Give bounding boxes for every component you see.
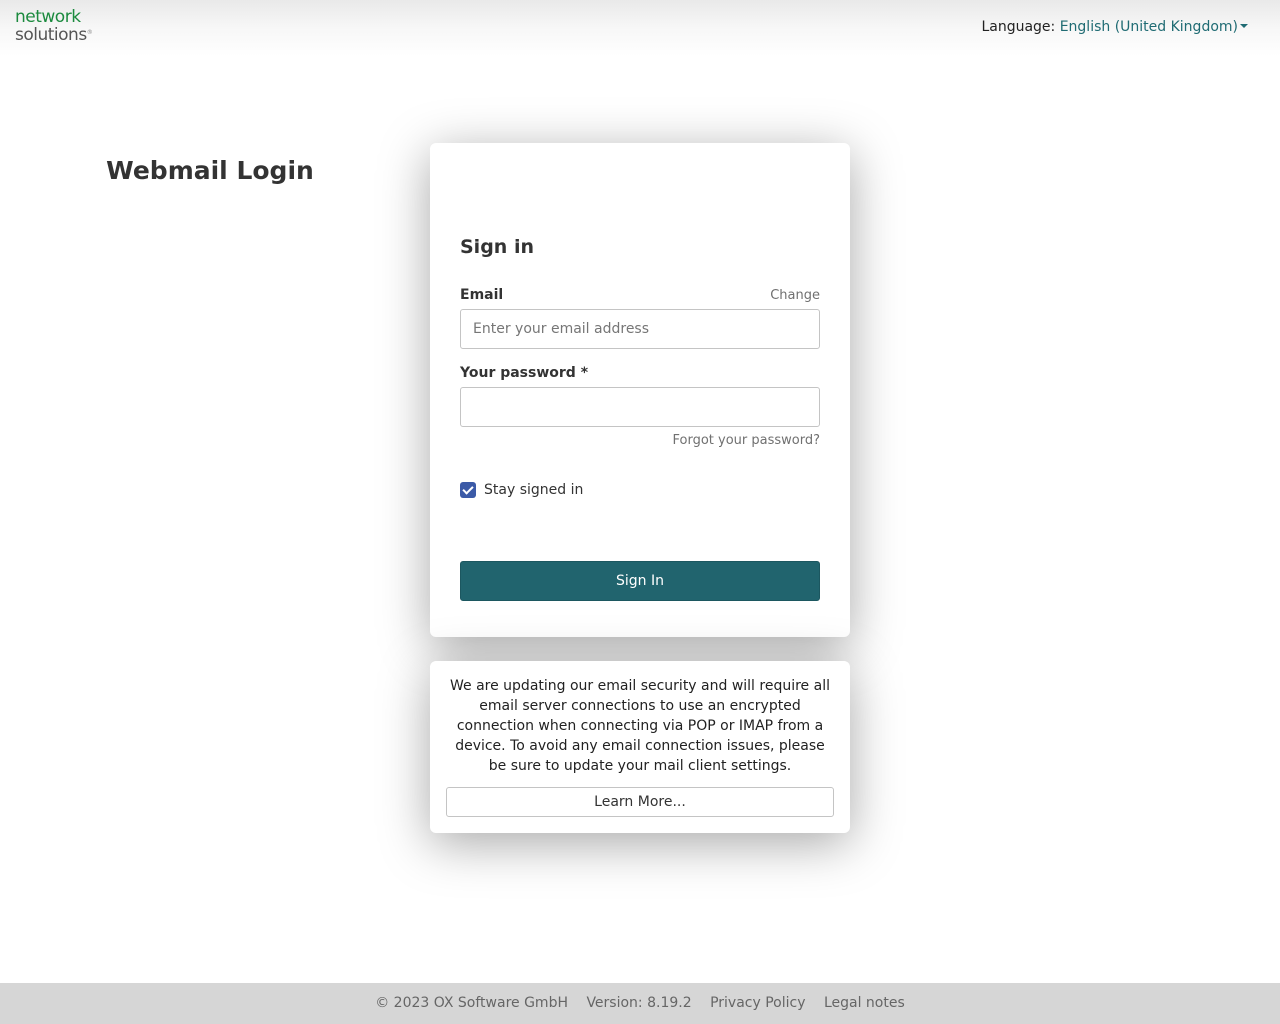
- language-selector: Language: English (United Kingdom): [981, 19, 1248, 35]
- caret-down-icon: [1240, 24, 1248, 28]
- page-title: Webmail Login: [106, 156, 314, 185]
- change-link[interactable]: Change: [770, 288, 820, 303]
- version-text: Version: 8.19.2: [586, 995, 692, 1011]
- registered-mark: ®: [86, 29, 93, 36]
- network-solutions-logo[interactable]: network solutions®: [15, 7, 93, 45]
- email-label: Email: [460, 287, 504, 303]
- sign-in-heading: Sign in: [460, 236, 534, 258]
- privacy-policy-link[interactable]: Privacy Policy: [710, 995, 805, 1011]
- stay-signed-in-label[interactable]: Stay signed in: [484, 482, 583, 498]
- legal-notes-link[interactable]: Legal notes: [824, 995, 905, 1011]
- stay-signed-in-checkbox[interactable]: [460, 482, 476, 498]
- learn-more-button[interactable]: Learn More...: [446, 787, 834, 817]
- sign-in-button[interactable]: Sign In: [460, 561, 820, 601]
- language-value: English (United Kingdom): [1059, 19, 1238, 35]
- email-field[interactable]: [460, 309, 820, 349]
- top-bar: network solutions® Language: English (Un…: [0, 0, 1280, 56]
- logo-line2-text: solutions: [15, 25, 87, 45]
- copyright-text: © 2023 OX Software GmbH: [375, 995, 568, 1011]
- logo-line1: network: [15, 7, 81, 27]
- security-notice-card: We are updating our email security and w…: [430, 661, 850, 833]
- login-card: Sign in Email Change Your password * For…: [430, 143, 850, 637]
- password-label: Your password *: [460, 365, 589, 381]
- security-notice-text: We are updating our email security and w…: [450, 678, 830, 774]
- footer: © 2023 OX Software GmbH Version: 8.19.2 …: [0, 983, 1280, 1024]
- forgot-password-link[interactable]: Forgot your password?: [672, 433, 820, 448]
- language-label: Language:: [981, 19, 1056, 35]
- logo-line2: solutions®: [15, 25, 93, 45]
- language-dropdown[interactable]: English (United Kingdom): [1060, 19, 1248, 35]
- password-field[interactable]: [460, 387, 820, 427]
